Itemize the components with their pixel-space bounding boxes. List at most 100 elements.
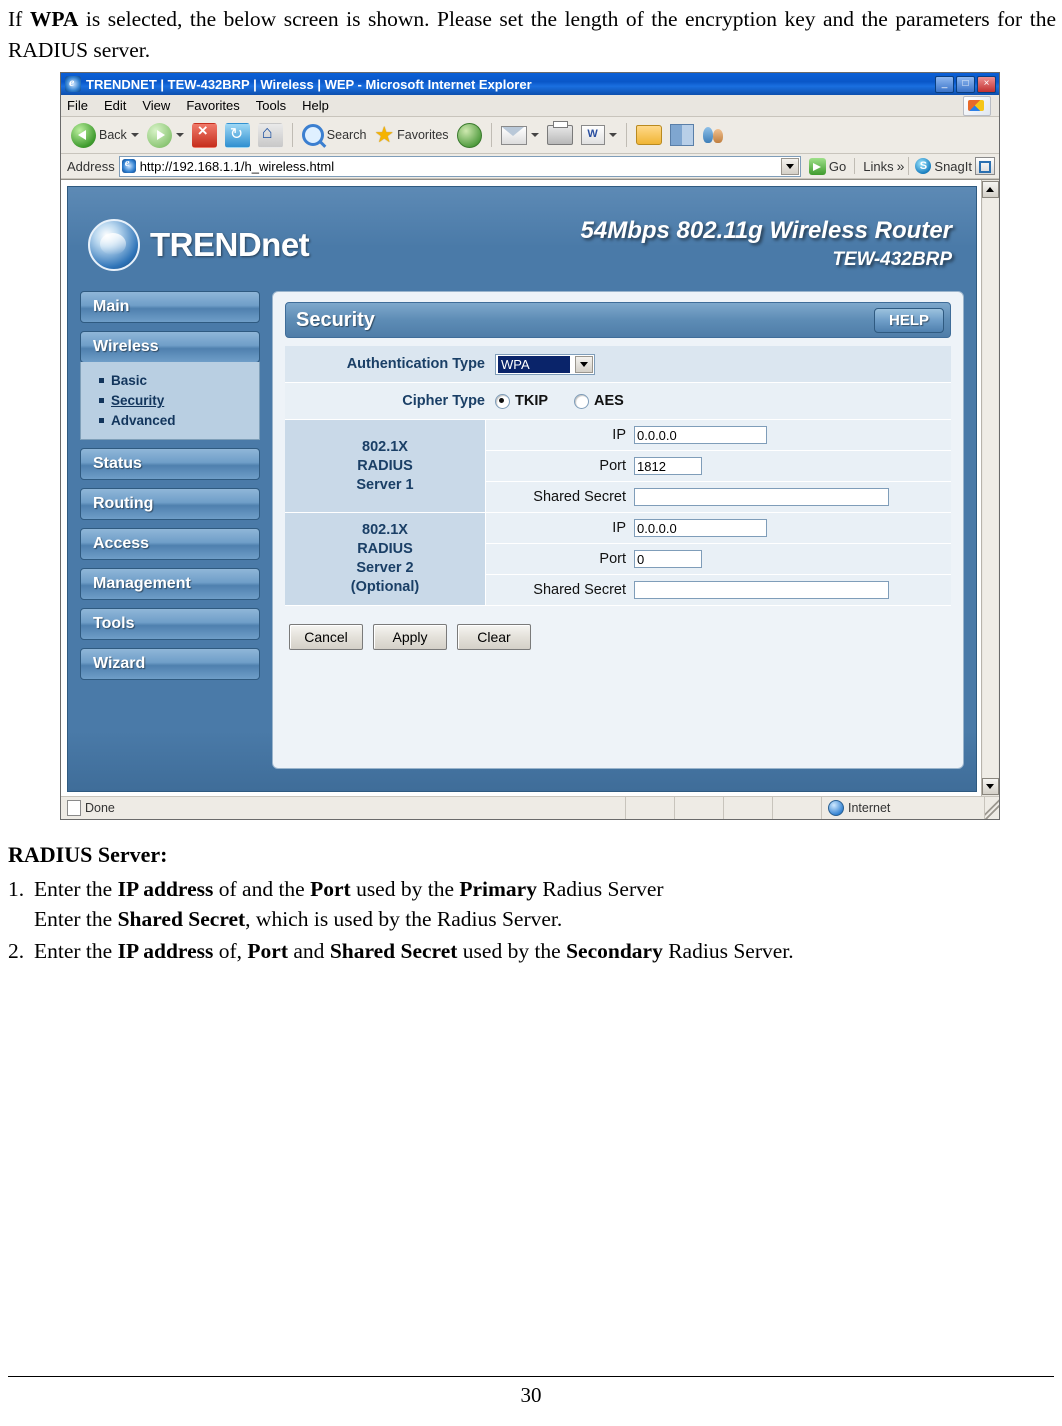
panel-spacer	[285, 338, 951, 346]
nav-item-management[interactable]: Management	[80, 568, 260, 600]
help-button[interactable]: HELP	[873, 307, 944, 333]
radius2-ip-input[interactable]: 0.0.0.0	[634, 519, 767, 537]
document-page: If WPA is selected, the below screen is …	[0, 4, 1062, 1407]
item1-p4: used by the	[350, 877, 460, 901]
back-chevron-down-icon[interactable]	[130, 133, 139, 137]
item2-p7: Secondary	[566, 939, 663, 963]
radius2-secret-label: Shared Secret	[533, 582, 626, 598]
links-button[interactable]: Links »	[854, 158, 904, 174]
messenger-icon	[702, 125, 726, 145]
close-button[interactable]: ×	[977, 76, 996, 93]
back-label: Back	[99, 128, 127, 142]
menu-favorites[interactable]: Favorites	[186, 98, 239, 113]
cipher-radio-tkip[interactable]: TKIP	[495, 393, 548, 409]
auth-type-chevron-down-icon[interactable]	[575, 355, 593, 373]
nav-subitem-advanced[interactable]: Advanced	[99, 413, 259, 428]
list-text-1: Enter the IP address of and the Port use…	[34, 874, 1056, 934]
nav-subitem-security[interactable]: Security	[99, 393, 259, 408]
search-button[interactable]: Search	[300, 124, 369, 146]
radius2-ip-row: IP 0.0.0.0	[486, 513, 951, 544]
maximize-button[interactable]: □	[956, 76, 975, 93]
scroll-up-button[interactable]	[982, 181, 999, 198]
nav-item-routing[interactable]: Routing	[80, 488, 260, 520]
radius1-port-input[interactable]: 1812	[634, 457, 702, 475]
menu-help[interactable]: Help	[302, 98, 329, 113]
cancel-button[interactable]: Cancel	[289, 624, 363, 650]
mail-chevron-down-icon[interactable]	[530, 133, 539, 137]
media-button[interactable]	[455, 122, 484, 148]
menu-view[interactable]: View	[142, 98, 170, 113]
nav-item-access[interactable]: Access	[80, 528, 260, 560]
menu-file[interactable]: File	[67, 98, 88, 113]
nav-item-wireless[interactable]: Wireless	[80, 331, 260, 363]
snagit-capture-icon[interactable]	[975, 157, 995, 175]
radius-server-2-block: 802.1X RADIUS Server 2 (Optional) IP 0.0…	[285, 513, 951, 606]
forward-button[interactable]	[145, 122, 186, 148]
resize-grip[interactable]	[985, 797, 999, 819]
printer-icon	[546, 121, 573, 145]
item1-p6: Radius Server	[536, 877, 664, 901]
radius2-secret-input[interactable]	[634, 581, 889, 599]
nav-item-tools[interactable]: Tools	[80, 608, 260, 640]
radius-server-1-title: 802.1X RADIUS Server 1	[285, 420, 486, 512]
menu-tools[interactable]: Tools	[256, 98, 286, 113]
address-dropdown-icon[interactable]	[780, 157, 799, 175]
nav-subitem-basic[interactable]: Basic	[99, 373, 259, 388]
item2-p2: of,	[213, 939, 248, 963]
snagit-button[interactable]: S SnagIt	[908, 157, 995, 175]
radius2-line3: Server 2	[356, 560, 414, 576]
go-label: Go	[828, 158, 847, 174]
list-text-2: Enter the IP address of, Port and Shared…	[34, 936, 1056, 966]
edit-chevron-down-icon[interactable]	[608, 133, 617, 137]
radius1-secret-input[interactable]	[634, 488, 889, 506]
stop-button[interactable]	[190, 121, 219, 148]
edit-button[interactable]: W	[579, 125, 619, 145]
toolbar-divider-1	[291, 123, 293, 147]
item1-p2: of and the	[213, 877, 311, 901]
home-button[interactable]	[256, 122, 285, 148]
go-button[interactable]: Go	[805, 157, 850, 175]
minimize-button[interactable]: _	[935, 76, 954, 93]
forward-chevron-down-icon[interactable]	[175, 133, 184, 137]
messenger-button[interactable]	[700, 125, 728, 145]
radius2-line1: 802.1X	[362, 522, 408, 538]
mail-button[interactable]	[499, 125, 541, 145]
menu-edit[interactable]: Edit	[104, 98, 126, 113]
snagit-icon: S	[915, 158, 932, 174]
radius-heading: RADIUS Server:	[8, 842, 168, 867]
auth-type-field: WPA	[495, 353, 951, 375]
radio-icon-aes	[574, 393, 590, 409]
intro-bold-wpa: WPA	[29, 7, 79, 31]
scroll-down-button[interactable]	[982, 778, 999, 795]
radius2-port-input[interactable]: 0	[634, 550, 702, 568]
radius1-ip-input[interactable]: 0.0.0.0	[634, 426, 767, 444]
nav-item-status[interactable]: Status	[80, 448, 260, 480]
radius1-line1: 802.1X	[362, 438, 408, 455]
vertical-scrollbar[interactable]	[981, 180, 999, 796]
internet-explorer-icon	[65, 75, 81, 92]
nav-item-wizard[interactable]: Wizard	[80, 648, 260, 680]
item1-p3: Port	[310, 877, 351, 901]
discuss-button[interactable]	[668, 124, 696, 146]
toolbar-divider-2	[490, 123, 492, 147]
folder-button[interactable]	[634, 125, 664, 145]
address-input[interactable]: http://192.168.1.1/h_wireless.html	[118, 155, 801, 177]
item2-p5: Shared Secret	[329, 939, 458, 963]
address-url-text: http://192.168.1.1/h_wireless.html	[139, 158, 335, 174]
auth-type-select[interactable]: WPA	[495, 353, 595, 375]
scrollbar-track[interactable]	[983, 198, 998, 778]
item1-p0: Enter the	[34, 877, 118, 901]
browser-toolbar: Back Search ★ Favorite	[61, 117, 999, 154]
search-label: Search	[326, 128, 367, 142]
clear-button[interactable]: Clear	[457, 624, 531, 650]
internet-zone-icon	[828, 800, 844, 816]
item1-p1: IP address	[117, 877, 214, 901]
back-button[interactable]: Back	[69, 122, 141, 148]
browser-addressbar: Address http://192.168.1.1/h_wireless.ht…	[61, 154, 999, 179]
refresh-button[interactable]	[223, 122, 252, 148]
apply-button[interactable]: Apply	[373, 624, 447, 650]
nav-item-main[interactable]: Main	[80, 291, 260, 323]
print-button[interactable]	[545, 121, 575, 145]
favorites-button[interactable]: ★ Favorites	[372, 124, 450, 146]
cipher-radio-aes[interactable]: AES	[574, 393, 624, 409]
